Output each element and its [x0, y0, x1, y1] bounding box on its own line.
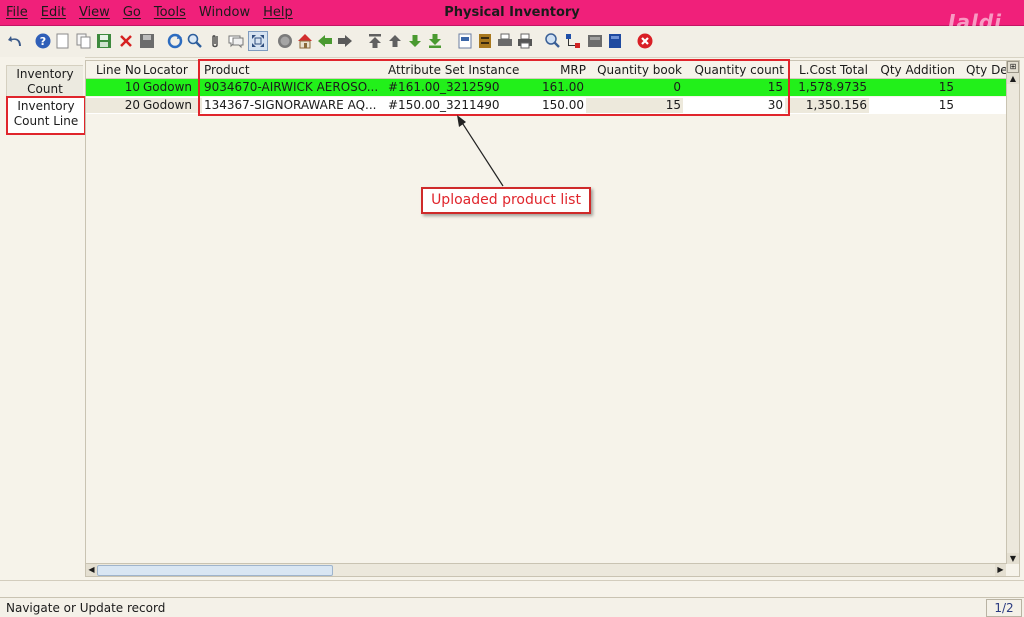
- status-bar: Navigate or Update record 1/2: [0, 597, 1024, 617]
- horizontal-scrollbar[interactable]: ◀ ▶: [86, 563, 1006, 576]
- grid-toggle-icon[interactable]: [248, 31, 268, 51]
- cell-qty-decrease[interactable]: [956, 98, 1006, 113]
- attachment-icon[interactable]: [206, 32, 224, 50]
- tab-label-line-1: Inventory: [17, 99, 75, 113]
- window-title: Physical Inventory: [444, 5, 580, 20]
- cell-line-no[interactable]: 20: [86, 98, 142, 113]
- tab-label-line-1: Inventory: [16, 67, 74, 81]
- cell-line-no[interactable]: 10: [86, 80, 142, 95]
- save-icon[interactable]: [95, 32, 113, 50]
- scroll-left-icon[interactable]: ◀: [86, 564, 97, 576]
- tab-inventory-count-line[interactable]: Inventory Count Line: [6, 96, 86, 135]
- status-message: Navigate or Update record: [6, 601, 166, 615]
- product-info-icon[interactable]: [606, 32, 624, 50]
- copy-record-icon[interactable]: [75, 32, 93, 50]
- tab-label-line-2: Count: [27, 82, 63, 96]
- column-header-lcost-total[interactable]: L.Cost Total: [786, 63, 868, 77]
- column-header-qty-decrease[interactable]: Qty Dec: [966, 63, 1006, 77]
- chat-icon[interactable]: [227, 32, 245, 50]
- cell-lcost-total[interactable]: 1,350.156: [785, 98, 869, 113]
- cell-qty-addition[interactable]: 15: [869, 98, 956, 113]
- refresh-icon[interactable]: [166, 32, 184, 50]
- first-record-icon[interactable]: [366, 32, 384, 50]
- column-selector-icon[interactable]: ⊞: [1007, 61, 1019, 73]
- info-strip: [0, 580, 1024, 597]
- cell-qty-addition[interactable]: 15: [869, 80, 956, 95]
- undo-icon[interactable]: [6, 32, 24, 50]
- workflow-icon[interactable]: [564, 32, 582, 50]
- zoom-across-icon[interactable]: [544, 32, 562, 50]
- back-icon[interactable]: [316, 32, 334, 50]
- previous-record-icon[interactable]: [386, 32, 404, 50]
- tab-label-line-2: Count Line: [13, 114, 79, 128]
- cell-locator[interactable]: Godown: [141, 80, 201, 95]
- highlight-uploaded-products: [198, 59, 790, 116]
- toolbar: ?: [0, 26, 1024, 58]
- tab-panel: Inventory Count Inventory Count Line: [0, 57, 86, 577]
- find-icon[interactable]: [186, 32, 204, 50]
- archive-icon[interactable]: [476, 32, 494, 50]
- column-header-qty-addition[interactable]: Qty Addition: [871, 63, 955, 77]
- history-icon[interactable]: [276, 32, 294, 50]
- vertical-scrollbar[interactable]: ▲ ▼: [1006, 61, 1019, 564]
- home-icon[interactable]: [296, 32, 314, 50]
- request-icon[interactable]: [586, 32, 604, 50]
- svg-text:?: ?: [40, 35, 46, 48]
- tab-inventory-count[interactable]: Inventory Count: [6, 65, 83, 100]
- close-window-icon[interactable]: [636, 32, 654, 50]
- cell-qty-decrease[interactable]: [956, 80, 1006, 95]
- column-header-line-no[interactable]: Line No: [96, 63, 144, 77]
- scroll-up-icon[interactable]: ▲: [1007, 73, 1019, 84]
- delete-icon[interactable]: [117, 32, 135, 50]
- print-icon[interactable]: [516, 32, 534, 50]
- report-icon[interactable]: [456, 32, 474, 50]
- scroll-down-icon[interactable]: ▼: [1007, 553, 1019, 564]
- forward-icon[interactable]: [336, 32, 354, 50]
- annotation-callout: Uploaded product list: [421, 187, 591, 214]
- inventory-line-grid: Line No Locator Product Attribute Set In…: [85, 60, 1020, 577]
- new-record-icon[interactable]: [54, 32, 72, 50]
- print-preview-icon[interactable]: [496, 32, 514, 50]
- cell-lcost-total[interactable]: 1,578.9735: [785, 80, 869, 95]
- scroll-right-icon[interactable]: ▶: [995, 564, 1006, 576]
- save-disk-icon[interactable]: [138, 32, 156, 50]
- last-record-icon[interactable]: [426, 32, 444, 50]
- horizontal-scroll-thumb[interactable]: [97, 565, 333, 576]
- help-icon[interactable]: ?: [34, 32, 52, 50]
- record-position[interactable]: 1/2: [986, 599, 1022, 617]
- title-bar: File Edit View Go Tools Window Help Phys…: [0, 0, 1024, 34]
- cell-locator[interactable]: Godown: [141, 98, 202, 113]
- next-record-icon[interactable]: [406, 32, 424, 50]
- column-header-locator[interactable]: Locator: [143, 63, 199, 77]
